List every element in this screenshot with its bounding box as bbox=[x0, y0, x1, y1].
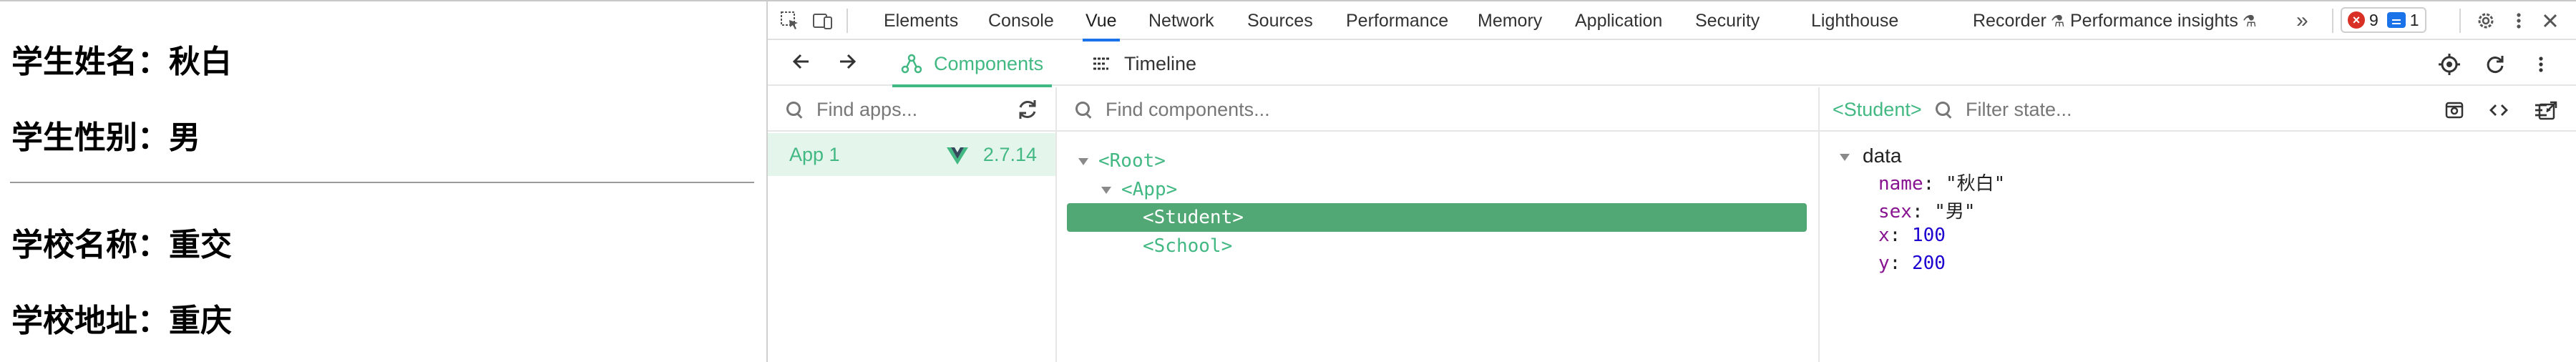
tab-components[interactable]: Components bbox=[892, 41, 1053, 87]
tab-recorder[interactable]: Recorder ⚗ bbox=[1973, 1, 2065, 40]
student-name-text: 学生姓名：秋白 bbox=[11, 44, 232, 80]
error-icon: × bbox=[2348, 11, 2365, 29]
state-filter-input[interactable] bbox=[1966, 96, 2252, 123]
forward-arrow-icon[interactable] bbox=[834, 50, 861, 77]
tab-memory[interactable]: Memory bbox=[1478, 1, 1542, 40]
tab-network[interactable]: Network bbox=[1148, 1, 1214, 40]
search-icon bbox=[785, 100, 804, 119]
code-icon[interactable] bbox=[2487, 98, 2511, 122]
components-icon bbox=[901, 53, 922, 74]
state-value: "男" bbox=[1934, 201, 1976, 222]
apps-search-row bbox=[768, 87, 1055, 132]
tab-recorder-label: Recorder bbox=[1973, 11, 2046, 31]
apps-search-input[interactable] bbox=[816, 96, 988, 123]
tab-performance[interactable]: Performance bbox=[1346, 1, 1448, 40]
page-content: 学生姓名：秋白 学生性别：男 学校名称：重交 学校地址：重庆 bbox=[0, 1, 766, 362]
toolbar-separator bbox=[847, 9, 848, 33]
errors-count: 9 bbox=[2369, 10, 2379, 29]
timeline-icon bbox=[1091, 53, 1113, 74]
more-options-icon[interactable] bbox=[2507, 9, 2531, 33]
toolbar-separator bbox=[2459, 9, 2461, 33]
school-name-text: 学校名称：重交 bbox=[11, 227, 232, 263]
search-icon bbox=[1074, 100, 1093, 119]
select-component-icon[interactable] bbox=[2436, 52, 2462, 77]
expand-caret-icon[interactable] bbox=[1078, 157, 1088, 165]
app-name: App 1 bbox=[789, 144, 840, 165]
tree-node-app[interactable]: <App> bbox=[1101, 176, 1177, 203]
tab-timeline-label: Timeline bbox=[1124, 52, 1197, 74]
components-search-row bbox=[1057, 87, 1818, 132]
tab-lighthouse[interactable]: Lighthouse bbox=[1811, 1, 1898, 40]
tab-elements[interactable]: Elements bbox=[884, 1, 958, 40]
tree-node-label: <App> bbox=[1121, 179, 1178, 200]
student-sex-text: 学生性别：男 bbox=[11, 119, 200, 156]
state-key: sex bbox=[1878, 201, 1912, 222]
collapse-caret-icon[interactable] bbox=[1840, 153, 1850, 161]
sync-icon[interactable] bbox=[1015, 97, 1040, 125]
scroll-to-component-icon[interactable] bbox=[2442, 98, 2467, 122]
close-devtools-icon[interactable] bbox=[2538, 9, 2562, 33]
vue-toolbar: Components Timeline bbox=[768, 41, 2576, 87]
app-version: 2.7.14 bbox=[982, 144, 1037, 165]
more-tabs-button[interactable]: » bbox=[2296, 1, 2308, 40]
tree-node-school[interactable]: <School> bbox=[1143, 233, 1232, 260]
tab-timeline[interactable]: Timeline bbox=[1091, 41, 1196, 86]
apps-pane: App 1 2.7.14 bbox=[768, 87, 1057, 362]
tree-node-label: <Root> bbox=[1098, 150, 1166, 172]
flask-icon: ⚗ bbox=[2050, 12, 2065, 30]
state-key: name bbox=[1878, 173, 1923, 195]
selected-component-tag: <Student> bbox=[1833, 99, 1922, 120]
device-toolbar-icon[interactable] bbox=[811, 9, 835, 33]
devtools-panel: Elements Console Vue Network Sources Per… bbox=[766, 1, 2576, 362]
tree-node-student[interactable]: <Student> bbox=[1143, 204, 1244, 231]
devtools-tabbar: Elements Console Vue Network Sources Per… bbox=[768, 1, 2576, 41]
state-inspector-pane: <Student> data name: "秋白" sex: "男" x: 10… bbox=[1820, 87, 2576, 362]
components-search-input[interactable] bbox=[1106, 96, 1606, 123]
toolbar-separator bbox=[2332, 9, 2333, 33]
school-address-text: 学校地址：重庆 bbox=[11, 303, 232, 339]
state-item[interactable]: x: 100 bbox=[1878, 225, 1946, 246]
tab-security[interactable]: Security bbox=[1695, 1, 1760, 40]
state-item[interactable]: y: 200 bbox=[1878, 253, 1946, 274]
state-search-row: <Student> bbox=[1820, 87, 2576, 132]
flask-icon: ⚗ bbox=[2242, 12, 2257, 30]
tree-node-root[interactable]: <Root> bbox=[1078, 147, 1166, 175]
tab-vue[interactable]: Vue bbox=[1083, 1, 1120, 41]
tab-console[interactable]: Console bbox=[988, 1, 1054, 40]
component-tree-pane: <Root> <App> <Student> <School> bbox=[1057, 87, 1820, 362]
tab-application[interactable]: Application bbox=[1575, 1, 1662, 40]
tab-sources[interactable]: Sources bbox=[1247, 1, 1313, 40]
state-item[interactable]: name: "秋白" bbox=[1878, 169, 2005, 195]
expand-caret-icon[interactable] bbox=[1101, 186, 1111, 194]
divider bbox=[10, 182, 754, 183]
inspect-element-icon[interactable] bbox=[778, 9, 802, 33]
vue-logo-icon bbox=[947, 147, 968, 168]
tab-performance-insights-label: Performance insights bbox=[2070, 11, 2238, 31]
issues-badge[interactable]: × 9 1 bbox=[2341, 7, 2426, 33]
state-section-label: data bbox=[1863, 145, 1902, 167]
back-arrow-icon[interactable] bbox=[788, 50, 815, 77]
state-value: 200 bbox=[1911, 253, 1946, 274]
state-key: y bbox=[1878, 253, 1890, 274]
messages-count: 1 bbox=[2409, 10, 2419, 29]
tab-components-label: Components bbox=[934, 52, 1044, 74]
vue-more-options-icon[interactable] bbox=[2528, 52, 2554, 77]
settings-gear-icon[interactable] bbox=[2474, 9, 2498, 33]
state-item[interactable]: sex: "男" bbox=[1878, 197, 1976, 223]
open-in-editor-icon[interactable] bbox=[2535, 99, 2560, 123]
state-value: "秋白" bbox=[1945, 173, 2006, 195]
app-list-item[interactable]: App 1 2.7.14 bbox=[768, 133, 1055, 176]
state-key: x bbox=[1878, 225, 1890, 246]
search-icon bbox=[1934, 100, 1953, 119]
state-section-data[interactable]: data bbox=[1840, 145, 1902, 167]
refresh-icon[interactable] bbox=[2482, 52, 2508, 77]
state-value: 100 bbox=[1911, 225, 1946, 246]
tab-performance-insights[interactable]: Performance insights ⚗ bbox=[2070, 1, 2257, 40]
message-icon bbox=[2386, 12, 2406, 28]
